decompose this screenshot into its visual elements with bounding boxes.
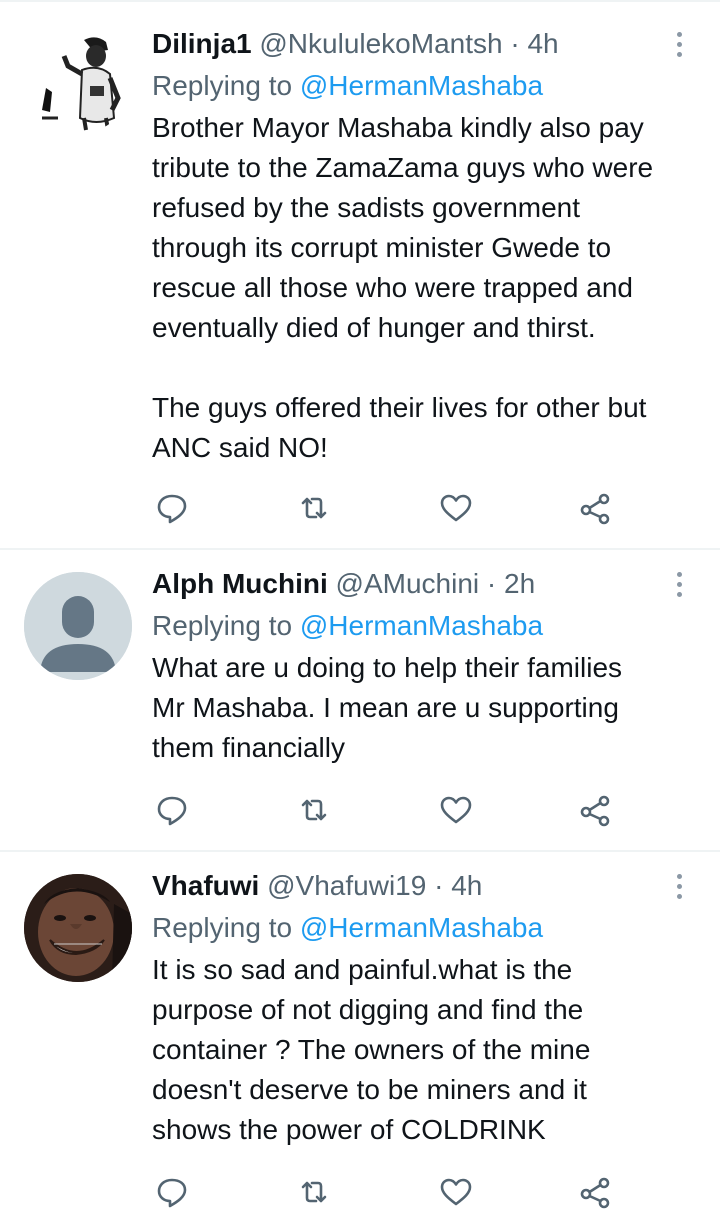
replying-to: Replying to @HermanMashaba — [152, 66, 692, 106]
retweet-icon[interactable] — [294, 1172, 334, 1212]
share-icon[interactable] — [576, 488, 616, 528]
avatar[interactable] — [24, 874, 132, 982]
mention-link[interactable]: @HermanMashaba — [300, 912, 543, 943]
like-icon[interactable] — [436, 790, 476, 830]
timestamp[interactable]: 4h — [451, 870, 482, 901]
share-icon[interactable] — [576, 1172, 616, 1212]
tweet-text: Brother Mayor Mashaba kindly also pay tr… — [152, 112, 654, 463]
mention-link[interactable]: @HermanMashaba — [300, 610, 543, 641]
user-handle[interactable]: @Vhafuwi19 — [267, 870, 426, 901]
like-icon[interactable] — [436, 488, 476, 528]
display-name[interactable]: Dilinja1 — [152, 28, 252, 59]
reply-icon[interactable] — [152, 790, 192, 830]
tweet-actions — [152, 488, 622, 528]
separator: · — [486, 568, 497, 599]
tweet-actions — [152, 1172, 622, 1212]
display-name[interactable]: Alph Muchini — [152, 568, 328, 599]
reply-icon[interactable] — [152, 1172, 192, 1212]
share-icon[interactable] — [576, 790, 616, 830]
avatar[interactable] — [24, 572, 132, 680]
more-options-icon[interactable] — [668, 866, 692, 906]
replying-to: Replying to @HermanMashaba — [152, 908, 692, 948]
tweet-card[interactable]: Vhafuwi @Vhafuwi19 · 4h Replying to @Her… — [0, 852, 720, 1209]
user-handle[interactable]: @NkululekoMantsh — [259, 28, 502, 59]
timestamp[interactable]: 4h — [527, 28, 558, 59]
timestamp[interactable]: 2h — [504, 568, 535, 599]
replying-prefix: Replying to — [152, 70, 300, 101]
tweet-header: Vhafuwi @Vhafuwi19 · 4h — [152, 866, 692, 906]
display-name[interactable]: Vhafuwi — [152, 870, 259, 901]
tweet-card[interactable]: Alph Muchini @AMuchini · 2h Replying to … — [0, 550, 720, 852]
avatar[interactable] — [24, 26, 132, 134]
tweet-header: Alph Muchini @AMuchini · 2h — [152, 564, 692, 604]
like-icon[interactable] — [436, 1172, 476, 1212]
replying-prefix: Replying to — [152, 912, 300, 943]
replying-to: Replying to @HermanMashaba — [152, 606, 692, 646]
user-handle[interactable]: @AMuchini — [336, 568, 480, 599]
tweet-text: What are u doing to help their families … — [152, 652, 623, 763]
replying-prefix: Replying to — [152, 610, 300, 641]
more-options-icon[interactable] — [668, 24, 692, 64]
mention-link[interactable]: @HermanMashaba — [300, 70, 543, 101]
more-options-icon[interactable] — [668, 564, 692, 604]
tweet-text: It is so sad and painful.what is the pur… — [152, 954, 591, 1145]
retweet-icon[interactable] — [294, 488, 334, 528]
separator: · — [434, 870, 444, 901]
separator: · — [510, 28, 520, 59]
retweet-icon[interactable] — [294, 790, 334, 830]
tweet-header: Dilinja1 @NkululekoMantsh · 4h — [152, 24, 692, 64]
reply-icon[interactable] — [152, 488, 192, 528]
tweet-actions — [152, 790, 622, 830]
tweet-card[interactable]: Dilinja1 @NkululekoMantsh · 4h Replying … — [0, 2, 720, 550]
